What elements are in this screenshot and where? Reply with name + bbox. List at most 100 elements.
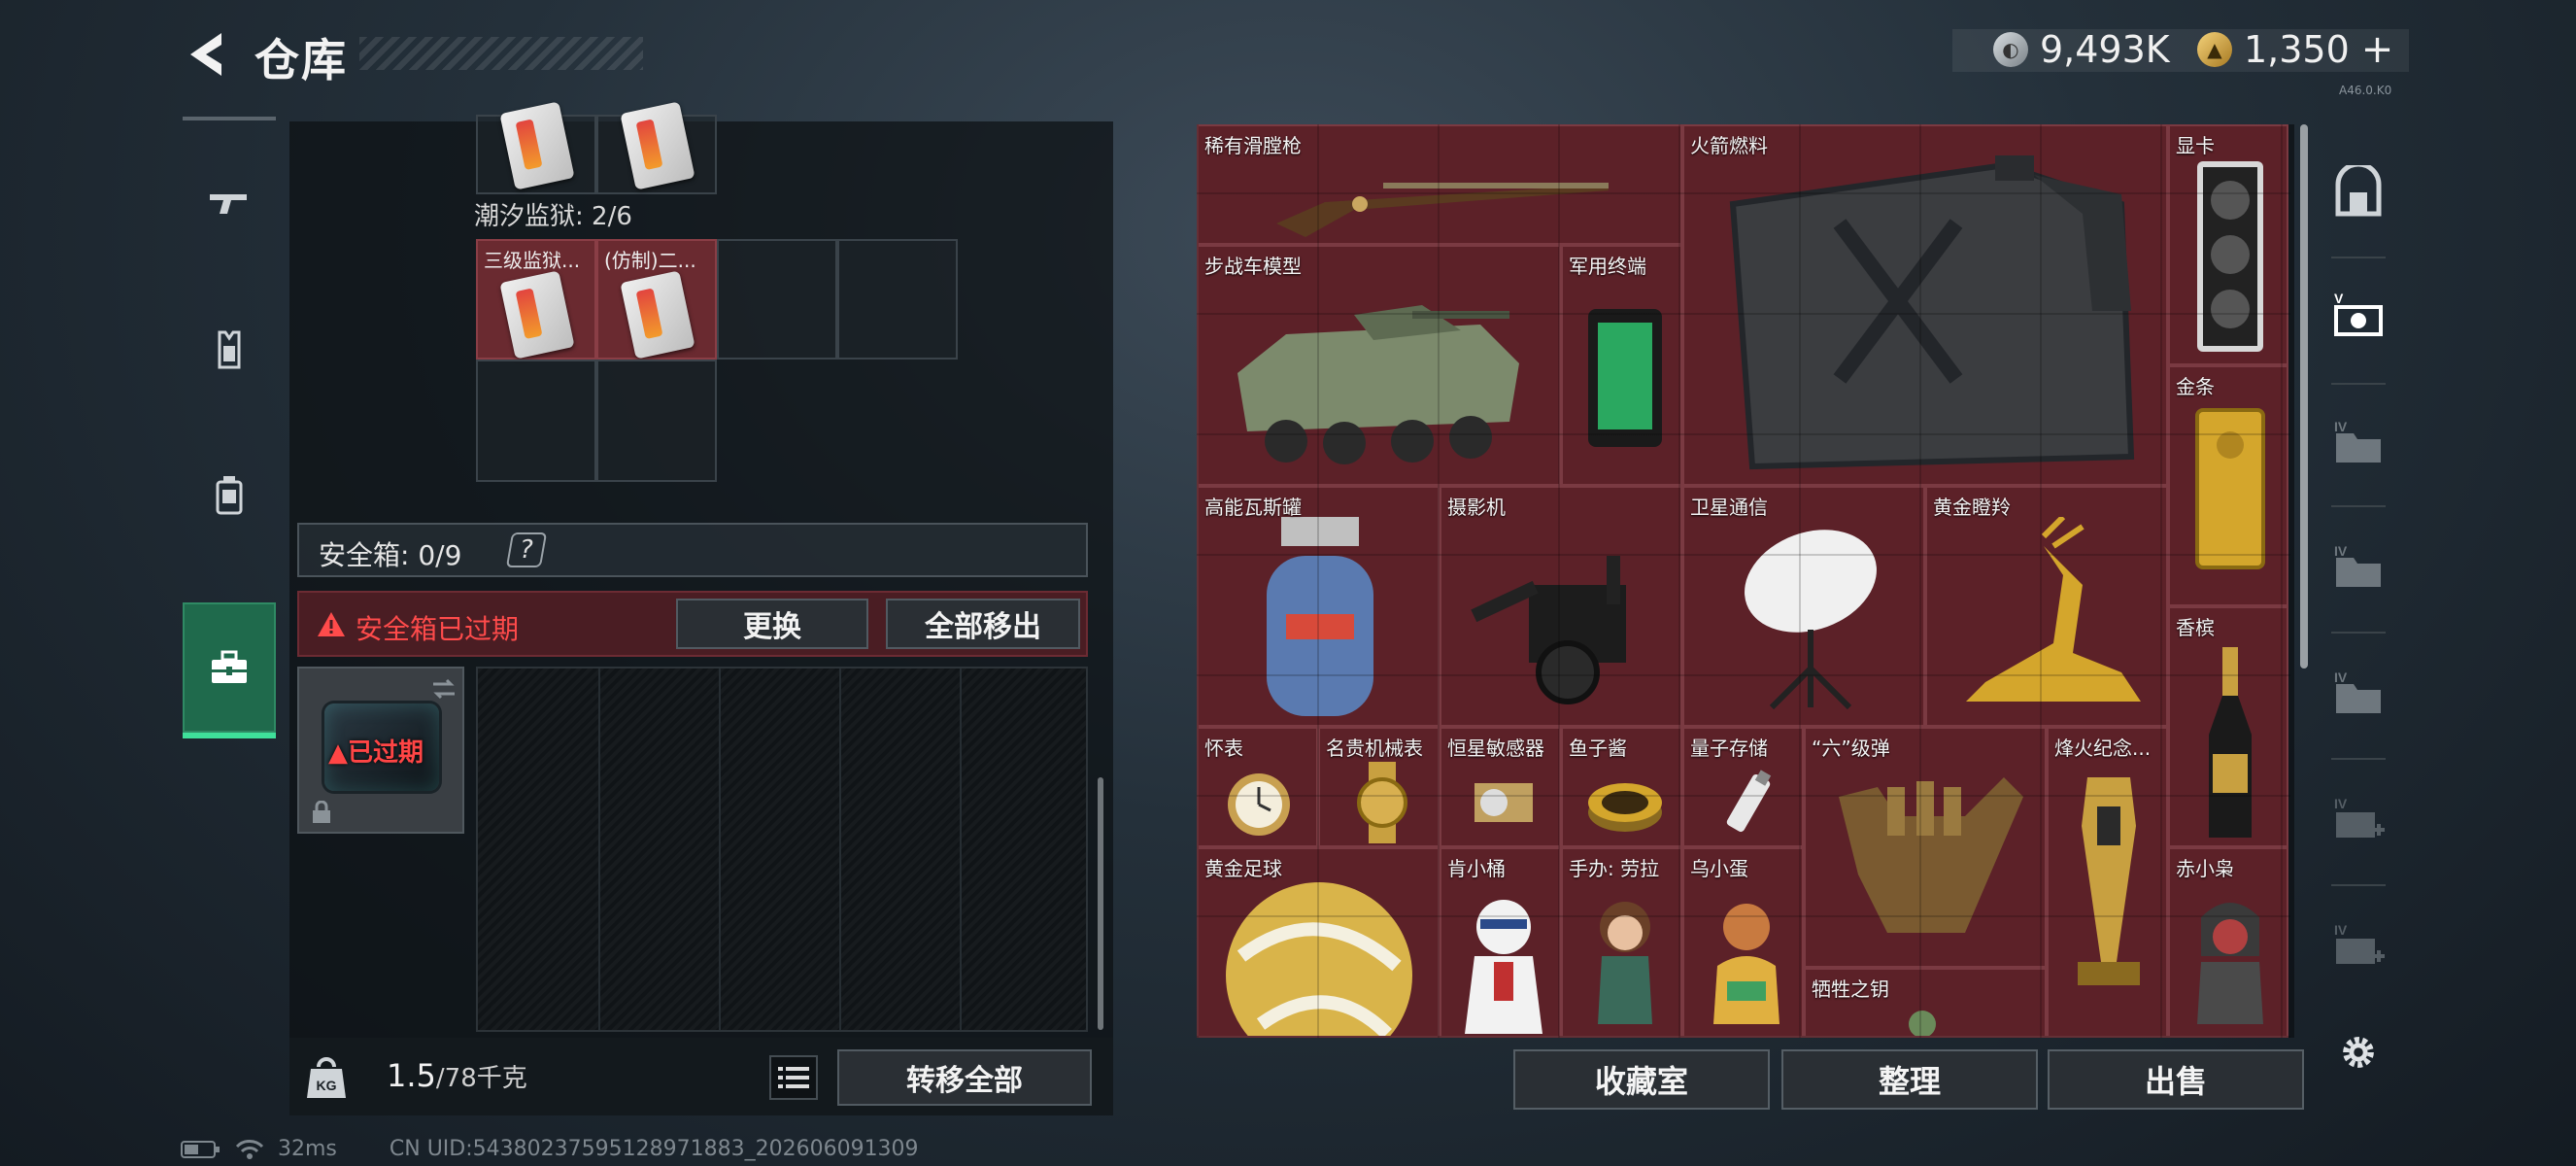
gun-icon — [210, 194, 247, 214]
gold-coin-icon: ▲ — [2197, 32, 2232, 67]
tab-separator — [2331, 505, 2386, 507]
stash-item-terminal[interactable]: 军用终端 — [1561, 245, 1682, 486]
top-bar: 仓库 ◐ 9,493K ▲ 1,350 + A46.0.K0 — [0, 0, 2576, 107]
stash-item-key[interactable]: 牺牲之钥 — [1804, 968, 2047, 1038]
stash-item-tank[interactable]: 步战车模型 — [1197, 245, 1561, 486]
organize-button[interactable]: 整理 — [1781, 1049, 2038, 1110]
stash-item-watch[interactable]: 名贵机械表 — [1318, 727, 1440, 847]
stash-item-camera[interactable]: 摄影机 — [1440, 486, 1682, 727]
item-label: 名贵机械表 — [1326, 737, 1423, 760]
add-currency-button[interactable]: + — [2361, 27, 2394, 72]
weight-max: /78千克 — [435, 1064, 527, 1093]
tab-backpack[interactable] — [183, 428, 276, 564]
tab-divider — [183, 117, 276, 120]
stash-tab-add-2[interactable]: IV — [2314, 892, 2403, 999]
trophy-icon — [2078, 777, 2140, 985]
version-label: A46.0.K0 — [2339, 84, 2392, 97]
stash-item-figure2[interactable]: 手办: 劳拉 — [1561, 847, 1682, 1038]
expired-message: 安全箱已过期 — [356, 613, 520, 645]
stash-scrollbar[interactable] — [2300, 124, 2308, 669]
keycard-slot[interactable]: 三级监狱... — [476, 239, 596, 360]
stash-item-figure1[interactable]: 肯小桶 — [1440, 847, 1561, 1038]
stash-item-usb[interactable]: 量子存储 — [1682, 727, 1804, 847]
inventory-scrollbar[interactable] — [1098, 777, 1103, 1030]
item-label: 步战车模型 — [1204, 255, 1302, 278]
tab-separator — [2331, 383, 2386, 385]
silver-coin-icon: ◐ — [1993, 32, 2028, 67]
jerrycan-icon — [1729, 155, 2135, 470]
item-label: 赤小枭 — [2176, 857, 2234, 880]
stash-item-dish[interactable]: 卫星通信 — [1682, 486, 1925, 727]
svg-text:IV: IV — [2334, 922, 2348, 938]
inventory-footer: KG 1.5/78千克 转移全部 — [289, 1038, 1113, 1115]
currency-premium[interactable]: ▲ 1,350 + — [2197, 27, 2393, 72]
container-slot[interactable] — [596, 101, 717, 194]
stash-tab-folder-1[interactable]: IV — [2314, 389, 2403, 496]
stash-item-hand[interactable]: “六”级弹 — [1804, 727, 2047, 968]
wifi-icon — [235, 1139, 264, 1159]
grid-line — [719, 669, 721, 1030]
collection-button[interactable]: 收藏室 — [1513, 1049, 1770, 1110]
stash-item-figure4[interactable]: 赤小枭 — [2168, 847, 2288, 1038]
stash-item-trophy[interactable]: 烽火纪念... — [2047, 727, 2168, 1038]
stash-tab-main[interactable] — [2314, 140, 2403, 247]
transfer-all-button[interactable]: 转移全部 — [837, 1049, 1092, 1106]
usb-drive-icon — [1726, 770, 1772, 833]
stash-item-pocketwatch[interactable]: 怀表 — [1197, 727, 1318, 847]
stash-tab-folder-3[interactable]: IV — [2314, 639, 2403, 746]
sell-button[interactable]: 出售 — [2048, 1049, 2304, 1110]
empty-slot[interactable] — [596, 360, 717, 482]
star-sensor-icon — [1474, 783, 1533, 822]
gear-icon — [2343, 1037, 2374, 1068]
safebox-item[interactable]: ▲已过期 — [297, 667, 464, 834]
keycard-slot[interactable]: (仿制)二... — [596, 239, 717, 360]
item-label: 量子存储 — [1690, 737, 1768, 760]
stash-item-goldbar[interactable]: 金条 — [2168, 365, 2288, 606]
stash-item-gpu[interactable]: 显卡 — [2168, 124, 2288, 365]
add-storage-icon: IV — [2334, 922, 2385, 964]
currency-coins[interactable]: ◐ 9,493K — [1993, 27, 2170, 72]
keycard-icon — [620, 270, 695, 360]
svg-text:IV: IV — [2334, 419, 2348, 434]
settings-button[interactable] — [2314, 1009, 2403, 1096]
stash-tab-collection[interactable]: V — [2314, 260, 2403, 367]
user-uid: CN UID:54380237595128971883_202606091309 — [389, 1137, 919, 1161]
stash-item-gascan[interactable]: 高能瓦斯罐 — [1197, 486, 1440, 727]
tab-weapons[interactable] — [183, 136, 276, 272]
tab-safebox[interactable] — [183, 602, 276, 738]
stash-tab-add-1[interactable]: IV — [2314, 766, 2403, 873]
stash-item-gazelle[interactable]: 黄金瞪羚 — [1925, 486, 2168, 727]
grid-line — [839, 669, 841, 1030]
remove-all-button[interactable]: 全部移出 — [886, 599, 1080, 649]
keycard-icon — [499, 270, 575, 360]
title-decoration — [359, 37, 643, 70]
container-slot[interactable] — [476, 101, 596, 194]
help-icon[interactable]: ? — [505, 532, 548, 567]
safebox-grid[interactable] — [476, 667, 1088, 1032]
empty-slot[interactable] — [476, 360, 596, 482]
stash-item-jerrycan[interactable]: 火箭燃料 — [1682, 124, 2168, 486]
safebox-header: 安全箱: 0/9 ? — [297, 523, 1088, 577]
svg-text:V: V — [2334, 291, 2344, 306]
weight-readout: 1.5/78千克 — [387, 1057, 527, 1094]
stash-item-champagne[interactable]: 香槟 — [2168, 606, 2288, 847]
tab-armor[interactable] — [183, 282, 276, 418]
list-view-button[interactable] — [769, 1055, 818, 1100]
swap-icon[interactable] — [429, 676, 458, 702]
safebox-expired-text: 已过期 — [348, 738, 424, 768]
empty-slot[interactable] — [837, 239, 958, 360]
currency-premium-value: 1,350 — [2244, 28, 2350, 71]
stash-item-caviar[interactable]: 鱼子酱 — [1561, 727, 1682, 847]
stash-item-sensor[interactable]: 恒星敏感器 — [1440, 727, 1561, 847]
stash-item-figure3[interactable]: 乌小蛋 — [1682, 847, 1804, 1038]
stash-item-rifle[interactable]: 稀有滑膛枪 — [1197, 124, 1682, 245]
empty-slot[interactable] — [717, 239, 837, 360]
gas-canister-icon — [1267, 517, 1373, 716]
stash-item-ball[interactable]: 黄金足球 — [1197, 847, 1440, 1038]
toolbox-icon — [212, 650, 247, 683]
replace-button[interactable]: 更换 — [676, 599, 868, 649]
stash-tab-folder-2[interactable]: IV — [2314, 513, 2403, 620]
satellite-dish-icon — [1745, 530, 1877, 710]
back-arrow-icon[interactable] — [183, 27, 231, 82]
figurine-icon — [1713, 904, 1779, 1024]
